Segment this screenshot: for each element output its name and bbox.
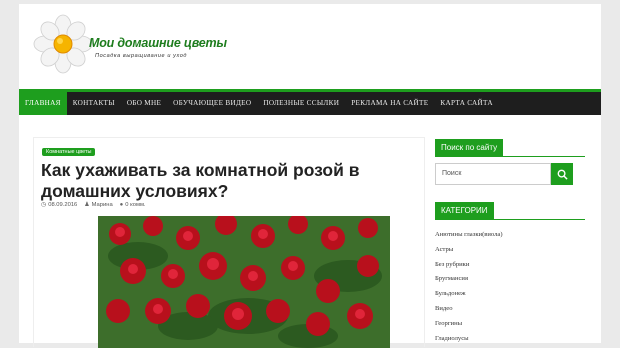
nav-item-video[interactable]: ОБУЧАЮЩЕЕ ВИДЕО (167, 92, 257, 115)
category-badge[interactable]: Комнатные цветы (42, 148, 96, 156)
article-meta: ◷ 08.09.2016 ♟ Марина ● 0 комм. (41, 201, 146, 209)
nav-item-ads[interactable]: РЕКЛАМА НА САЙТЕ (345, 92, 434, 115)
site-title[interactable]: Мои домашние цветы (89, 36, 227, 50)
search-widget: Поиск по сайту Поиск (435, 137, 585, 185)
categories-list: Анютины глазки(виола) Астры Без рубрики … (435, 228, 585, 346)
comment-icon: ● (119, 201, 124, 208)
category-link[interactable]: Гладиолусы (435, 332, 585, 347)
article-comments: 0 комм. (125, 201, 146, 208)
search-widget-title: Поиск по сайту (435, 139, 504, 156)
nav-item-about[interactable]: ОБО МНЕ (121, 92, 167, 115)
chamomile-logo-icon[interactable] (33, 14, 93, 74)
category-link[interactable]: Анютины глазки(виола) (435, 228, 585, 243)
category-link[interactable]: Видео (435, 302, 585, 317)
date-meta[interactable]: ◷ 08.09.2016 (41, 201, 77, 208)
sidebar: Поиск по сайту Поиск КАТЕГОРИИ Анютины г… (435, 137, 585, 342)
article-date: 08.09.2016 (48, 202, 78, 208)
user-icon: ♟ (84, 202, 90, 208)
main-navigation: ГЛАВНАЯ КОНТАКТЫ ОБО МНЕ ОБУЧАЮЩЕЕ ВИДЕО… (19, 89, 601, 115)
category-link[interactable]: Без рубрики (435, 258, 585, 273)
article-card: Комнатные цветы Как ухаживать за комнатн… (33, 137, 425, 348)
page: Мои домашние цветы Посадка выращивание и… (19, 4, 601, 348)
article-author: Марина (91, 202, 113, 208)
roses-image (98, 216, 390, 348)
nav-item-links[interactable]: ПОЛЕЗНЫЕ ССЫЛКИ (257, 92, 345, 115)
search-form: Поиск (435, 163, 573, 185)
search-icon (557, 169, 568, 180)
categories-widget-title: КАТЕГОРИИ (435, 202, 494, 219)
categories-widget: КАТЕГОРИИ Анютины глазки(виола) Астры Бе… (435, 200, 585, 346)
divider (435, 219, 585, 220)
nav-item-contacts[interactable]: КОНТАКТЫ (67, 92, 121, 115)
category-link[interactable]: Георгины (435, 317, 585, 332)
nav-item-sitemap[interactable]: КАРТА САЙТА (434, 92, 498, 115)
category-link[interactable]: Бульдонеж (435, 287, 585, 302)
article-image-roses[interactable] (98, 216, 390, 348)
clock-icon: ◷ (41, 202, 47, 208)
site-description: Посадка выращивание и уход (95, 53, 188, 59)
search-input[interactable]: Поиск (435, 163, 551, 185)
comments-meta[interactable]: ● 0 комм. (120, 202, 146, 208)
category-link[interactable]: Астры (435, 243, 585, 258)
article-title[interactable]: Как ухаживать за комнатной розой в домаш… (41, 160, 421, 202)
site-header: Мои домашние цветы Посадка выращивание и… (19, 4, 601, 89)
divider (435, 156, 585, 157)
nav-item-home[interactable]: ГЛАВНАЯ (19, 92, 67, 115)
search-button[interactable] (551, 163, 573, 185)
author-meta[interactable]: ♟ Марина (84, 201, 112, 208)
category-link[interactable]: Бругмансия (435, 272, 585, 287)
